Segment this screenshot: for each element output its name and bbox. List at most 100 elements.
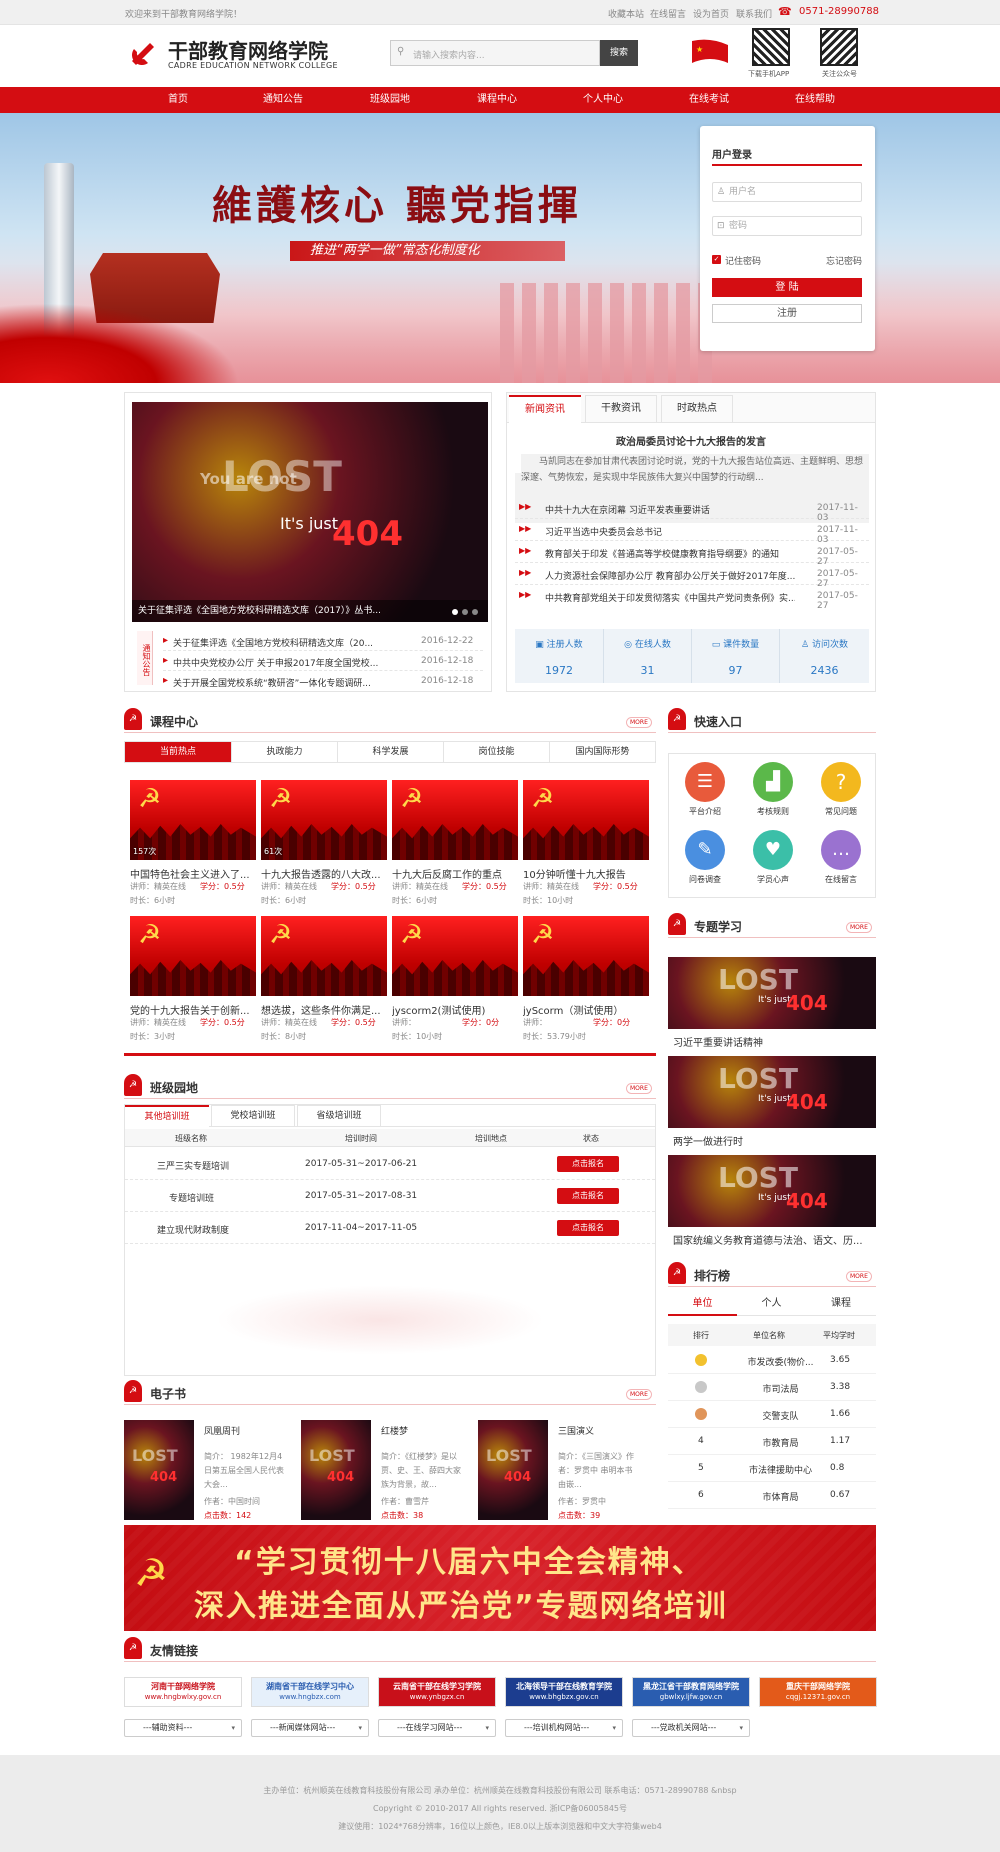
- course-title[interactable]: 10分钟听懂十九大报告: [523, 866, 649, 881]
- course-card[interactable]: ☭ 157次 中国特色社会主义进入了... 讲师：精英在线 学分：0.5分 时长：6小时: [130, 780, 256, 910]
- news-title[interactable]: 教育部关于印发《普通高等学校健康教育指导纲要》的通知: [545, 547, 795, 560]
- link-category-select[interactable]: ---培训机构网站--- ▾: [505, 1719, 623, 1737]
- news-title[interactable]: 中共十九大在京闭幕 习近平发表重要讲话: [545, 503, 795, 516]
- nav-exam[interactable]: 在线考试: [669, 87, 749, 113]
- tab-skills[interactable]: 岗位技能: [443, 742, 549, 762]
- remember-checkbox[interactable]: ✓: [712, 255, 721, 264]
- link-category-select[interactable]: ---党政机关网站--- ▾: [632, 1719, 750, 1737]
- friend-link-logo[interactable]: 重庆干部网络学院 cqgj.12371.gov.cn: [759, 1677, 877, 1707]
- class-more-link[interactable]: MORE: [626, 1083, 652, 1094]
- news-title[interactable]: 人力资源社会保障部办公厅 教育部办公厅关于做好2017年度...: [545, 569, 795, 582]
- link-category-select[interactable]: ---在线学习网站--- ▾: [378, 1719, 496, 1737]
- course-more-link[interactable]: MORE: [626, 717, 652, 728]
- quick-item-faq[interactable]: ? 常见问题: [819, 762, 863, 817]
- notice-title[interactable]: 中共中央党校办公厅 关于申报2017年度全国党校...: [173, 656, 408, 669]
- friend-link-logo[interactable]: 湖南省干部在线学习中心 www.hngbzx.com: [251, 1677, 369, 1707]
- nav-home[interactable]: 首页: [138, 87, 218, 113]
- nav-help[interactable]: 在线帮助: [775, 87, 855, 113]
- nav-personal[interactable]: 个人中心: [563, 87, 643, 113]
- tab-unit[interactable]: 单位: [668, 1294, 737, 1316]
- ebook-item[interactable]: LOST 404 凤凰周刊 简介： 1982年12月4日第五届全国人民代表大会... 作…: [124, 1420, 294, 1520]
- course-card[interactable]: ☭ 想选拔，这些条件你满足... 讲师：精英在线 学分：0.5分 时长：8小时: [261, 916, 387, 1046]
- tab-politics[interactable]: 时政热点: [661, 395, 733, 423]
- course-card[interactable]: ☭ 十九大后反腐工作的重点 讲师：精英在线 学分：0.5分 时长：6小时: [392, 780, 518, 910]
- news-title[interactable]: 习近平当选中央委员会总书记: [545, 525, 795, 538]
- enroll-button[interactable]: 点击报名: [557, 1156, 619, 1172]
- friend-link-logo[interactable]: 黑龙江省干部教育网络学院 gbwlxy.ljfw.gov.cn: [632, 1677, 750, 1707]
- friend-link-logo[interactable]: 河南干部网络学院 www.hngbwlxy.gov.cn: [124, 1677, 242, 1707]
- news-headline[interactable]: 政治局委员讨论十九大报告的发言: [507, 433, 875, 448]
- nav-class[interactable]: 班级园地: [350, 87, 430, 113]
- tab-other-class[interactable]: 其他培训班: [125, 1105, 209, 1127]
- top-link-favorite[interactable]: 收藏本站: [608, 7, 644, 20]
- course-thumb[interactable]: ☭ 61次: [261, 780, 387, 860]
- quick-item-intro[interactable]: ☰ 平台介绍: [683, 762, 727, 817]
- course-title[interactable]: 中国特色社会主义进入了...: [130, 866, 256, 881]
- list-item[interactable]: ▶▶ 中共教育部党组关于印发贯彻落实《中国共产党问责条例》实... 2017-05-…: [515, 585, 869, 611]
- friend-link-logo[interactable]: 北海领导干部在线教育学院 www.bhgbzx.gov.cn: [505, 1677, 623, 1707]
- forgot-password-link[interactable]: 忘记密码: [826, 254, 862, 267]
- slider-dot-active[interactable]: [452, 609, 458, 615]
- list-item[interactable]: ▶▶ 教育部关于印发《普通高等学校健康教育指导纲要》的通知 2017-05-27: [515, 541, 869, 567]
- enroll-button[interactable]: 点击报名: [557, 1220, 619, 1236]
- course-card[interactable]: ☭ 10分钟听懂十九大报告 讲师：精英在线 学分：0.5分 时长：10小时: [523, 780, 649, 910]
- list-item[interactable]: ▸ 中共中央党校办公厅 关于申报2017年度全国党校... 2016-12-18: [163, 651, 483, 671]
- course-thumb[interactable]: ☭: [261, 916, 387, 996]
- notice-title[interactable]: 关于开展全国党校系统“教研咨”一体化专题调研...: [173, 676, 408, 689]
- tab-party-school[interactable]: 党校培训班: [211, 1105, 295, 1127]
- username-field[interactable]: ♙ 用户名: [712, 182, 862, 202]
- table-row[interactable]: 市发改委(物价... 3.65: [668, 1347, 876, 1374]
- table-row[interactable]: 4 市教育局 1.17: [668, 1428, 876, 1455]
- course-thumb[interactable]: ☭ 157次: [130, 780, 256, 860]
- list-item[interactable]: ▸ 关于开展全国党校系统“教研咨”一体化专题调研... 2016-12-18: [163, 671, 483, 691]
- register-button[interactable]: 注册: [712, 304, 862, 323]
- course-card[interactable]: ☭ 61次 十九大报告透露的八大改... 讲师：精英在线 学分：0.5分 时长：6小时: [261, 780, 387, 910]
- top-link-contact[interactable]: 联系我们: [736, 7, 772, 20]
- topic-item[interactable]: 习近平重要讲话精神: [673, 1034, 763, 1049]
- course-title[interactable]: 十九大报告透露的八大改...: [261, 866, 387, 881]
- topic-more-link[interactable]: MORE: [846, 922, 872, 933]
- ebook-cover[interactable]: LOST 404: [124, 1420, 194, 1520]
- table-row[interactable]: 6 市体育局 0.67: [668, 1482, 876, 1509]
- list-item[interactable]: ▶▶ 人力资源社会保障部办公厅 教育部办公厅关于做好2017年度... 2017-0…: [515, 563, 869, 589]
- topic-thumb[interactable]: LOST It's just 404: [668, 1155, 876, 1227]
- course-thumb[interactable]: ☭: [523, 916, 649, 996]
- tab-course[interactable]: 课程: [806, 1294, 876, 1316]
- ebook-cover[interactable]: LOST 404: [301, 1420, 371, 1520]
- promo-banner[interactable]: ☭ “学习贯彻十八届六中全会精神、 深入推进全面从严治党”专题网络培训: [124, 1525, 876, 1631]
- ebook-title[interactable]: 凤凰周刊: [204, 1424, 240, 1437]
- ebook-title[interactable]: 红楼梦: [381, 1424, 408, 1437]
- tab-news[interactable]: 新闻资讯: [509, 395, 581, 423]
- search-button[interactable]: 搜索: [600, 40, 638, 66]
- quick-item-survey[interactable]: ✎ 问卷调查: [683, 830, 727, 885]
- ebook-item[interactable]: LOST 404 红楼梦 简介：《红楼梦》是以贾、史、王、薛四大家族为背景，故... 作…: [301, 1420, 471, 1520]
- ebook-cover[interactable]: LOST 404: [478, 1420, 548, 1520]
- list-item[interactable]: ▶▶ 中共十九大在京闭幕 习近平发表重要讲话 2017-11-03: [515, 497, 869, 523]
- tab-provincial[interactable]: 省级培训班: [297, 1105, 381, 1127]
- nav-notice[interactable]: 通知公告: [243, 87, 323, 113]
- course-card[interactable]: ☭ jyScorm（测试使用） 讲师： 学分：0分 时长：53.79小时: [523, 916, 649, 1046]
- list-item[interactable]: ▸ 关于征集评选《全国地方党校科研精选文库（20... 2016-12-22: [163, 631, 483, 651]
- enroll-button[interactable]: 点击报名: [557, 1188, 619, 1204]
- top-link-message[interactable]: 在线留言: [650, 7, 686, 20]
- nav-course[interactable]: 课程中心: [457, 87, 537, 113]
- course-thumb[interactable]: ☭: [523, 780, 649, 860]
- quick-item-message[interactable]: … 在线留言: [819, 830, 863, 885]
- friend-link-logo[interactable]: 云南省干部在线学习学院 www.ynbgzx.cn: [378, 1677, 496, 1707]
- topic-thumb[interactable]: LOST It's just 404: [668, 957, 876, 1029]
- course-title[interactable]: jyScorm（测试使用）: [523, 1002, 649, 1017]
- ebook-title[interactable]: 三国演义: [558, 1424, 594, 1437]
- login-button[interactable]: 登 陆: [712, 278, 862, 297]
- slider-image[interactable]: You are not LOST It's just 404 关于征集评选《全国…: [132, 402, 488, 622]
- course-thumb[interactable]: ☭: [392, 780, 518, 860]
- topic-item[interactable]: 国家统编义务教育道德与法治、语文、历...: [673, 1232, 863, 1247]
- tab-situation[interactable]: 国内国际形势: [549, 742, 655, 762]
- password-field[interactable]: ⊡ 密码: [712, 216, 862, 236]
- course-title[interactable]: 想选拔，这些条件你满足...: [261, 1002, 387, 1017]
- table-row[interactable]: 交警支队 1.66: [668, 1401, 876, 1428]
- search-input[interactable]: ⚲ 请输入搜索内容...: [390, 40, 600, 66]
- tab-cadre-news[interactable]: 干教资讯: [585, 395, 657, 423]
- topic-item[interactable]: 两学一做进行时: [673, 1133, 743, 1148]
- table-row[interactable]: 市司法局 3.38: [668, 1374, 876, 1401]
- ebook-more-link[interactable]: MORE: [626, 1389, 652, 1400]
